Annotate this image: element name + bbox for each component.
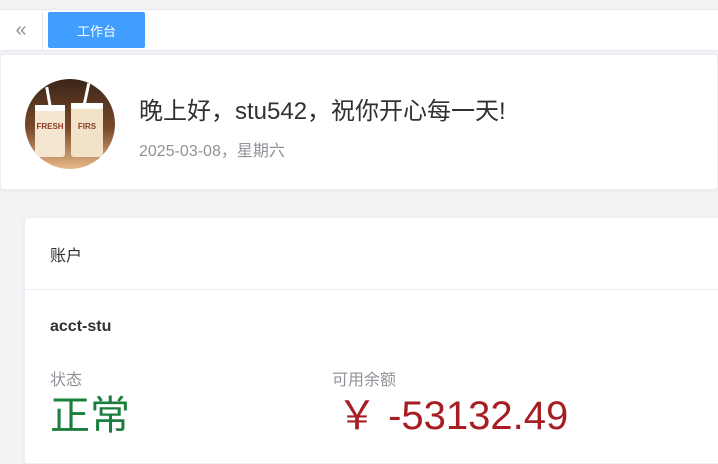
balance-value: ￥ -53132.49 (337, 394, 569, 438)
avatar-cup-text-1: FRESH (36, 122, 63, 131)
balance-label: 可用余额 (332, 372, 397, 389)
greeting-date: 2025-03-08，星期六 (139, 143, 285, 160)
status-value: 正常 (50, 394, 130, 438)
status-label: 状态 (50, 372, 83, 389)
avatar-cup-text-2: FIRS (78, 122, 97, 131)
account-card-header: 账户 (25, 218, 718, 290)
avatar: FRESH FIRS (25, 79, 115, 169)
collapse-sidebar-button[interactable]: « (0, 10, 43, 50)
tab-workbench[interactable]: 工作台 (48, 12, 145, 48)
double-chevron-left-icon: « (15, 18, 27, 41)
avatar-image: FRESH FIRS (25, 79, 115, 169)
account-card: 账户 acct-stu 状态 正常 可用余额 ￥ -53132.49 (24, 217, 718, 464)
greeting-title: 晚上好，stu542，祝你开心每一天! (139, 98, 506, 125)
tab-bar: « 工作台 (0, 9, 718, 51)
account-name: acct-stu (50, 318, 112, 335)
account-card-title: 账户 (50, 247, 83, 265)
greeting-card: FRESH FIRS 晚上好，stu542，祝你开心每一天! 2025-03-0… (0, 54, 718, 190)
